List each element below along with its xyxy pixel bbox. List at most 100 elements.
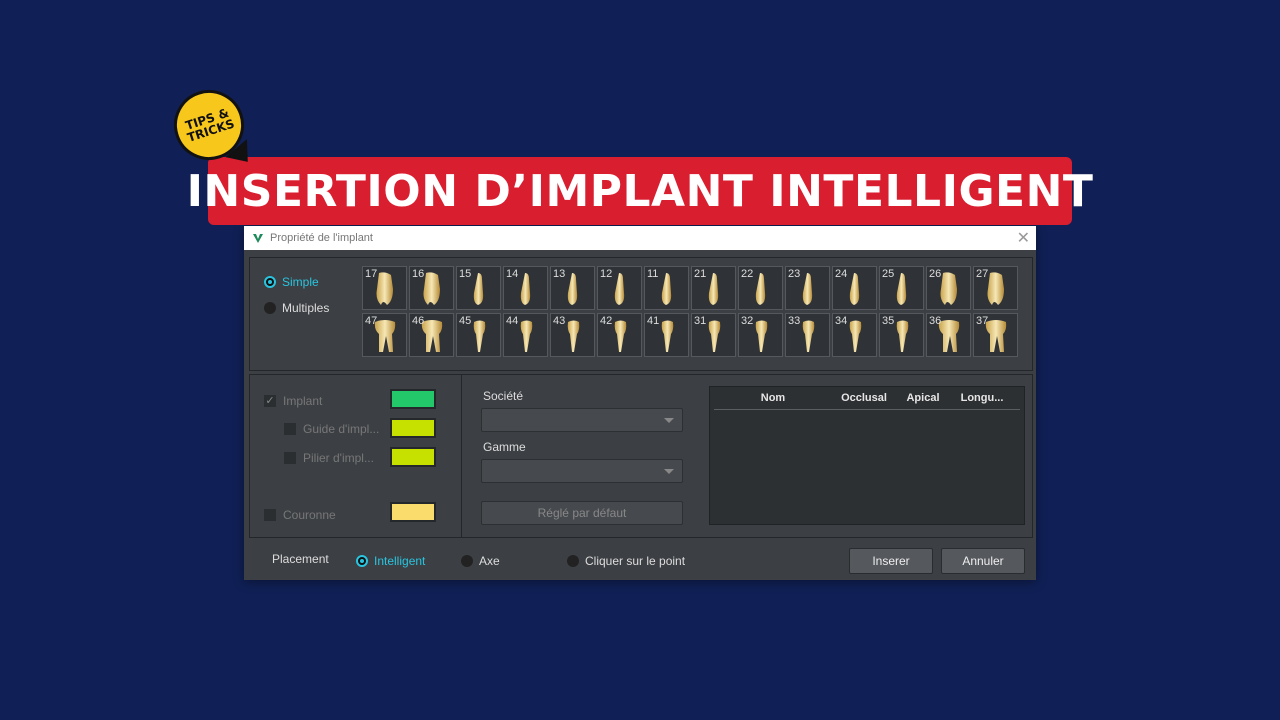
radio-unselected-icon <box>567 555 579 567</box>
couronne-checkbox[interactable]: Couronne <box>264 508 336 522</box>
mode-simple-label: Simple <box>282 275 319 289</box>
column-header-nom[interactable]: Nom <box>714 392 832 404</box>
placement-intelligent-radio[interactable]: Intelligent <box>356 554 425 568</box>
tooth-44[interactable]: 44 <box>503 313 548 357</box>
tooth-12[interactable]: 12 <box>597 266 642 310</box>
placement-point-radio[interactable]: Cliquer sur le point <box>567 554 685 568</box>
guide-color-swatch[interactable] <box>390 418 436 438</box>
tooth-32[interactable]: 32 <box>738 313 783 357</box>
checkbox-empty-icon <box>284 452 296 464</box>
pilier-checkbox[interactable]: Pilier d'impl... <box>284 451 374 465</box>
tooth-24[interactable]: 24 <box>832 266 877 310</box>
tooth-number: 41 <box>647 315 660 327</box>
close-icon[interactable]: ✕ <box>1017 228 1030 247</box>
gamme-label: Gamme <box>483 440 526 454</box>
tooth-34[interactable]: 34 <box>832 313 877 357</box>
tooth-number: 21 <box>694 268 707 280</box>
column-header-apical[interactable]: Apical <box>896 392 950 404</box>
tooth-15[interactable]: 15 <box>456 266 501 310</box>
insert-button[interactable]: Inserer <box>849 548 933 574</box>
tooth-number: 17 <box>365 268 378 280</box>
mode-simple-radio[interactable]: Simple <box>264 275 319 289</box>
chevron-down-icon <box>664 469 674 474</box>
societe-dropdown[interactable] <box>481 408 683 432</box>
tooth-number: 14 <box>506 268 519 280</box>
chevron-down-icon <box>664 418 674 423</box>
dialog-footer: Placement Intelligent Axe Cliquer sur le… <box>244 540 1036 580</box>
tooth-21[interactable]: 21 <box>691 266 736 310</box>
tooth-42[interactable]: 42 <box>597 313 642 357</box>
checkbox-empty-icon <box>284 423 296 435</box>
dialog-title: Propriété de l'implant <box>270 232 373 244</box>
implant-table[interactable]: Nom Occlusal Apical Longu... <box>709 386 1025 525</box>
tooth-number: 33 <box>788 315 801 327</box>
tooth-16[interactable]: 16 <box>409 266 454 310</box>
display-options: ✓ Implant Guide d'impl... Pilier d'impl.… <box>250 375 462 537</box>
tooth-number: 47 <box>365 315 378 327</box>
tooth-45[interactable]: 45 <box>456 313 501 357</box>
tooth-number: 37 <box>976 315 989 327</box>
tooth-27[interactable]: 27 <box>973 266 1018 310</box>
tooth-number: 34 <box>835 315 848 327</box>
tooth-22[interactable]: 22 <box>738 266 783 310</box>
tooth-number: 26 <box>929 268 942 280</box>
tooth-number: 11 <box>647 268 659 280</box>
tooth-number: 24 <box>835 268 848 280</box>
tooth-number: 36 <box>929 315 942 327</box>
column-header-occlusal[interactable]: Occlusal <box>832 392 896 404</box>
cancel-button[interactable]: Annuler <box>941 548 1025 574</box>
mode-multiples-radio[interactable]: Multiples <box>264 301 329 315</box>
tooth-31[interactable]: 31 <box>691 313 736 357</box>
tooth-number: 25 <box>882 268 895 280</box>
placement-axe-radio[interactable]: Axe <box>461 554 500 568</box>
radio-unselected-icon <box>461 555 473 567</box>
radio-unselected-icon <box>264 302 276 314</box>
default-settings-button[interactable]: Réglé par défaut <box>481 501 683 525</box>
tooth-number: 32 <box>741 315 754 327</box>
axe-label: Axe <box>479 554 500 568</box>
tooth-35[interactable]: 35 <box>879 313 924 357</box>
tooth-14[interactable]: 14 <box>503 266 548 310</box>
radio-selected-icon <box>264 276 276 288</box>
tooth-13[interactable]: 13 <box>550 266 595 310</box>
implant-properties-dialog: Propriété de l'implant ✕ Simple Multiple… <box>244 226 1036 580</box>
guide-checkbox[interactable]: Guide d'impl... <box>284 422 379 436</box>
tooth-46[interactable]: 46 <box>409 313 454 357</box>
tooth-number: 35 <box>882 315 895 327</box>
checkmark-icon: ✓ <box>264 395 276 407</box>
tooth-grid: 17 16 15 14 13 12 11 21 22 23 24 25 26 27 47 46 45 44 43 4… <box>362 266 1018 360</box>
tooth-number: 15 <box>459 268 472 280</box>
point-label: Cliquer sur le point <box>585 554 686 568</box>
intelligent-label: Intelligent <box>374 554 426 568</box>
tooth-47[interactable]: 47 <box>362 313 407 357</box>
banner-title: INSERTION D’IMPLANT INTELLIGENT <box>186 165 1094 217</box>
mode-multiples-label: Multiples <box>282 301 330 315</box>
tooth-33[interactable]: 33 <box>785 313 830 357</box>
pilier-color-swatch[interactable] <box>390 447 436 467</box>
tooth-number: 44 <box>506 315 519 327</box>
tooth-23[interactable]: 23 <box>785 266 830 310</box>
tooth-number: 27 <box>976 268 989 280</box>
guide-label: Guide d'impl... <box>303 422 380 436</box>
tooth-number: 31 <box>694 315 707 327</box>
implant-checkbox[interactable]: ✓ Implant <box>264 394 322 408</box>
checkbox-empty-icon <box>264 509 276 521</box>
implant-settings-panel: ✓ Implant Guide d'impl... Pilier d'impl.… <box>249 374 1033 538</box>
tooth-37[interactable]: 37 <box>973 313 1018 357</box>
tooth-26[interactable]: 26 <box>926 266 971 310</box>
tooth-25[interactable]: 25 <box>879 266 924 310</box>
gamme-dropdown[interactable] <box>481 459 683 483</box>
column-header-longueur[interactable]: Longu... <box>950 392 1014 404</box>
couronne-color-swatch[interactable] <box>390 502 436 522</box>
tooth-17[interactable]: 17 <box>362 266 407 310</box>
tooth-41[interactable]: 41 <box>644 313 689 357</box>
tooth-number: 16 <box>412 268 425 280</box>
implant-color-swatch[interactable] <box>390 389 436 409</box>
tooth-number: 45 <box>459 315 472 327</box>
app-logo-icon <box>253 234 263 243</box>
tooth-number: 23 <box>788 268 801 280</box>
tooth-43[interactable]: 43 <box>550 313 595 357</box>
tooth-36[interactable]: 36 <box>926 313 971 357</box>
tooth-11[interactable]: 11 <box>644 266 689 310</box>
tooth-number: 13 <box>553 268 566 280</box>
